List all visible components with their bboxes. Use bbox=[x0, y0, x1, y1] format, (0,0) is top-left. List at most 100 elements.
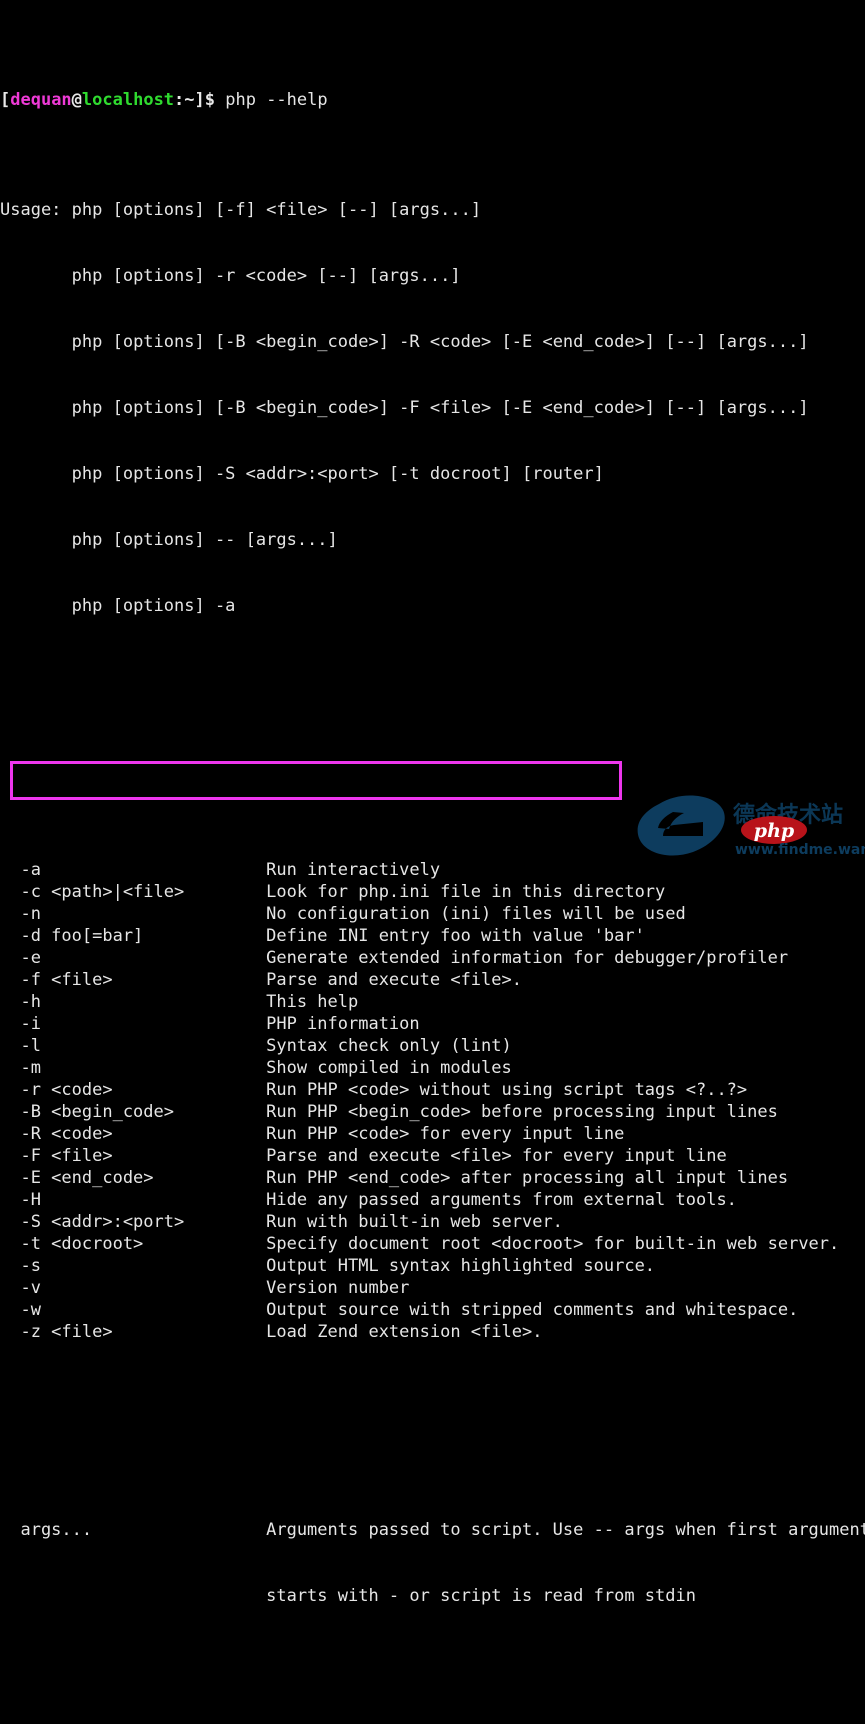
usage-line-4: php [options] -S <addr>:<port> [-t docro… bbox=[0, 463, 865, 485]
prompt-open-bracket: [ bbox=[0, 90, 11, 110]
option-description: Load Zend extension <file>. bbox=[266, 1322, 543, 1342]
usage-text: php [options] -a bbox=[71, 596, 236, 616]
usage-line-3: php [options] [-B <begin_code>] -F <file… bbox=[0, 397, 865, 419]
option-description: Specify document root <docroot> for buil… bbox=[266, 1234, 840, 1254]
option-flag: -R <code> bbox=[0, 1124, 267, 1144]
option-description: Output source with stripped comments and… bbox=[266, 1300, 799, 1320]
usage-text: php [options] [-B <begin_code>] -R <code… bbox=[71, 332, 809, 352]
option-description: Look for php.ini file in this directory bbox=[266, 882, 666, 902]
option-flag: -E <end_code> bbox=[0, 1168, 267, 1188]
option-flag: -v bbox=[0, 1278, 267, 1298]
option-description: Parse and execute <file>. bbox=[266, 970, 522, 990]
usage-line-2: php [options] [-B <begin_code>] -R <code… bbox=[0, 331, 865, 353]
prompt-path: :~] bbox=[174, 90, 205, 110]
option-description: Run PHP <end_code> after processing all … bbox=[266, 1168, 789, 1188]
option-flag: -f <file> bbox=[0, 970, 267, 990]
terminal-output: [dequan@localhost:~]$ php --help Usage: … bbox=[0, 0, 865, 1724]
usage-label: Usage: bbox=[0, 200, 72, 220]
option-row-f-file: -F <file> Parse and execute <file> for e… bbox=[0, 1145, 865, 1167]
option-description-cont: starts with - or script is read from std… bbox=[266, 1586, 696, 1606]
option-description: Syntax check only (lint) bbox=[266, 1036, 512, 1056]
prompt-hostname: localhost bbox=[81, 90, 175, 110]
option-flag: -r <code> bbox=[0, 1080, 267, 1100]
usage-text: php [options] -- [args...] bbox=[71, 530, 338, 550]
option-flag: -t <docroot> bbox=[0, 1234, 267, 1254]
option-row-s-addr-port: -S <addr>:<port> Run with built-in web s… bbox=[0, 1211, 865, 1233]
option-row-s: -s Output HTML syntax highlighted source… bbox=[0, 1255, 865, 1277]
option-description: Run with built-in web server. bbox=[266, 1212, 563, 1232]
option-row-v: -v Version number bbox=[0, 1277, 865, 1299]
option-description: Run PHP <begin_code> before processing i… bbox=[266, 1102, 778, 1122]
option-flag: args... bbox=[0, 1520, 267, 1540]
usage-text: php [options] -r <code> [--] [args...] bbox=[71, 266, 461, 286]
option-flag: -i bbox=[0, 1014, 267, 1034]
option-description: PHP information bbox=[266, 1014, 420, 1034]
option-row-m: -m Show compiled in modules bbox=[0, 1057, 865, 1079]
option-flag: -n bbox=[0, 904, 267, 924]
option-flag: -H bbox=[0, 1190, 267, 1210]
option-description: Output HTML syntax highlighted source. bbox=[266, 1256, 656, 1276]
option-row-b-begin-code: -B <begin_code> Run PHP <begin_code> bef… bbox=[0, 1101, 865, 1123]
option-flag: -s bbox=[0, 1256, 267, 1276]
option-row-h: -H Hide any passed arguments from extern… bbox=[0, 1189, 865, 1211]
option-row-l: -l Syntax check only (lint) bbox=[0, 1035, 865, 1057]
prompt-dollar-sign: $ bbox=[204, 90, 216, 110]
option-flag: -B <begin_code> bbox=[0, 1102, 267, 1122]
option-description: Run PHP <code> without using script tags… bbox=[266, 1080, 748, 1100]
option-flag: -e bbox=[0, 948, 267, 968]
option-row-i: -i PHP information bbox=[0, 1013, 865, 1035]
prompt-at-symbol: @ bbox=[71, 90, 82, 110]
command-text: php --help bbox=[215, 90, 328, 110]
option-description: Arguments passed to script. Use -- args … bbox=[266, 1520, 865, 1540]
option-row-t-docroot: -t <docroot> Specify document root <docr… bbox=[0, 1233, 865, 1255]
option-row-args: args... Arguments passed to script. Use … bbox=[0, 1519, 865, 1541]
option-description: Version number bbox=[266, 1278, 410, 1298]
usage-text: php [options] [-B <begin_code>] -F <file… bbox=[71, 398, 809, 418]
usage-line-1: php [options] -r <code> [--] [args...] bbox=[0, 265, 865, 287]
option-row-n: -n No configuration (ini) files will be … bbox=[0, 903, 865, 925]
usage-line-5: php [options] -- [args...] bbox=[0, 529, 865, 551]
option-flag: -S <addr>:<port> bbox=[0, 1212, 267, 1232]
option-row-args-cont: starts with - or script is read from std… bbox=[0, 1585, 865, 1607]
option-description: Hide any passed arguments from external … bbox=[266, 1190, 737, 1210]
usage-text: php [options] -S <addr>:<port> [-t docro… bbox=[71, 464, 604, 484]
option-description: Show compiled in modules bbox=[266, 1058, 512, 1078]
option-description: Parse and execute <file> for every input… bbox=[266, 1146, 727, 1166]
prompt-username: dequan bbox=[10, 90, 72, 110]
option-row-w: -w Output source with stripped comments … bbox=[0, 1299, 865, 1321]
option-flag: -c <path>|<file> bbox=[0, 882, 267, 902]
usage-text: php [options] [-f] <file> [--] [args...] bbox=[71, 200, 482, 220]
options-list: -a Run interactively -c <path>|<file> Lo… bbox=[0, 859, 865, 1343]
option-flag: -h bbox=[0, 992, 267, 1012]
option-row-c-path-file: -c <path>|<file> Look for php.ini file i… bbox=[0, 881, 865, 903]
option-flag: -z <file> bbox=[0, 1322, 267, 1342]
option-row-e-end-code: -E <end_code> Run PHP <end_code> after p… bbox=[0, 1167, 865, 1189]
option-flag: -a bbox=[0, 860, 267, 880]
option-description: Define INI entry foo with value 'bar' bbox=[266, 926, 645, 946]
option-flag: -m bbox=[0, 1058, 267, 1078]
option-flag: -d foo[=bar] bbox=[0, 926, 267, 946]
option-flag: -w bbox=[0, 1300, 267, 1320]
option-row-r-code: -R <code> Run PHP <code> for every input… bbox=[0, 1123, 865, 1145]
usage-line-6: php [options] -a bbox=[0, 595, 865, 617]
option-description: No configuration (ini) files will be use… bbox=[266, 904, 686, 924]
option-flag-blank bbox=[0, 1586, 266, 1606]
option-row-z-file: -z <file> Load Zend extension <file>. bbox=[0, 1321, 865, 1343]
terminal-window[interactable]: [dequan@localhost:~]$ php --help Usage: … bbox=[0, 0, 865, 1606]
option-description: Run interactively bbox=[266, 860, 441, 880]
option-row-f-file: -f <file> Parse and execute <file>. bbox=[0, 969, 865, 991]
option-row-r-code: -r <code> Run PHP <code> without using s… bbox=[0, 1079, 865, 1101]
option-flag: -l bbox=[0, 1036, 267, 1056]
option-row-e: -e Generate extended information for deb… bbox=[0, 947, 865, 969]
option-description: Generate extended information for debugg… bbox=[266, 948, 789, 968]
option-row-a: -a Run interactively bbox=[0, 859, 865, 881]
option-row-d-foo-bar: -d foo[=bar] Define INI entry foo with v… bbox=[0, 925, 865, 947]
option-description: This help bbox=[266, 992, 359, 1012]
usage-line-0: Usage: php [options] [-f] <file> [--] [a… bbox=[0, 199, 865, 221]
prompt-line: [dequan@localhost:~]$ php --help bbox=[0, 89, 865, 111]
option-flag: -F <file> bbox=[0, 1146, 267, 1166]
